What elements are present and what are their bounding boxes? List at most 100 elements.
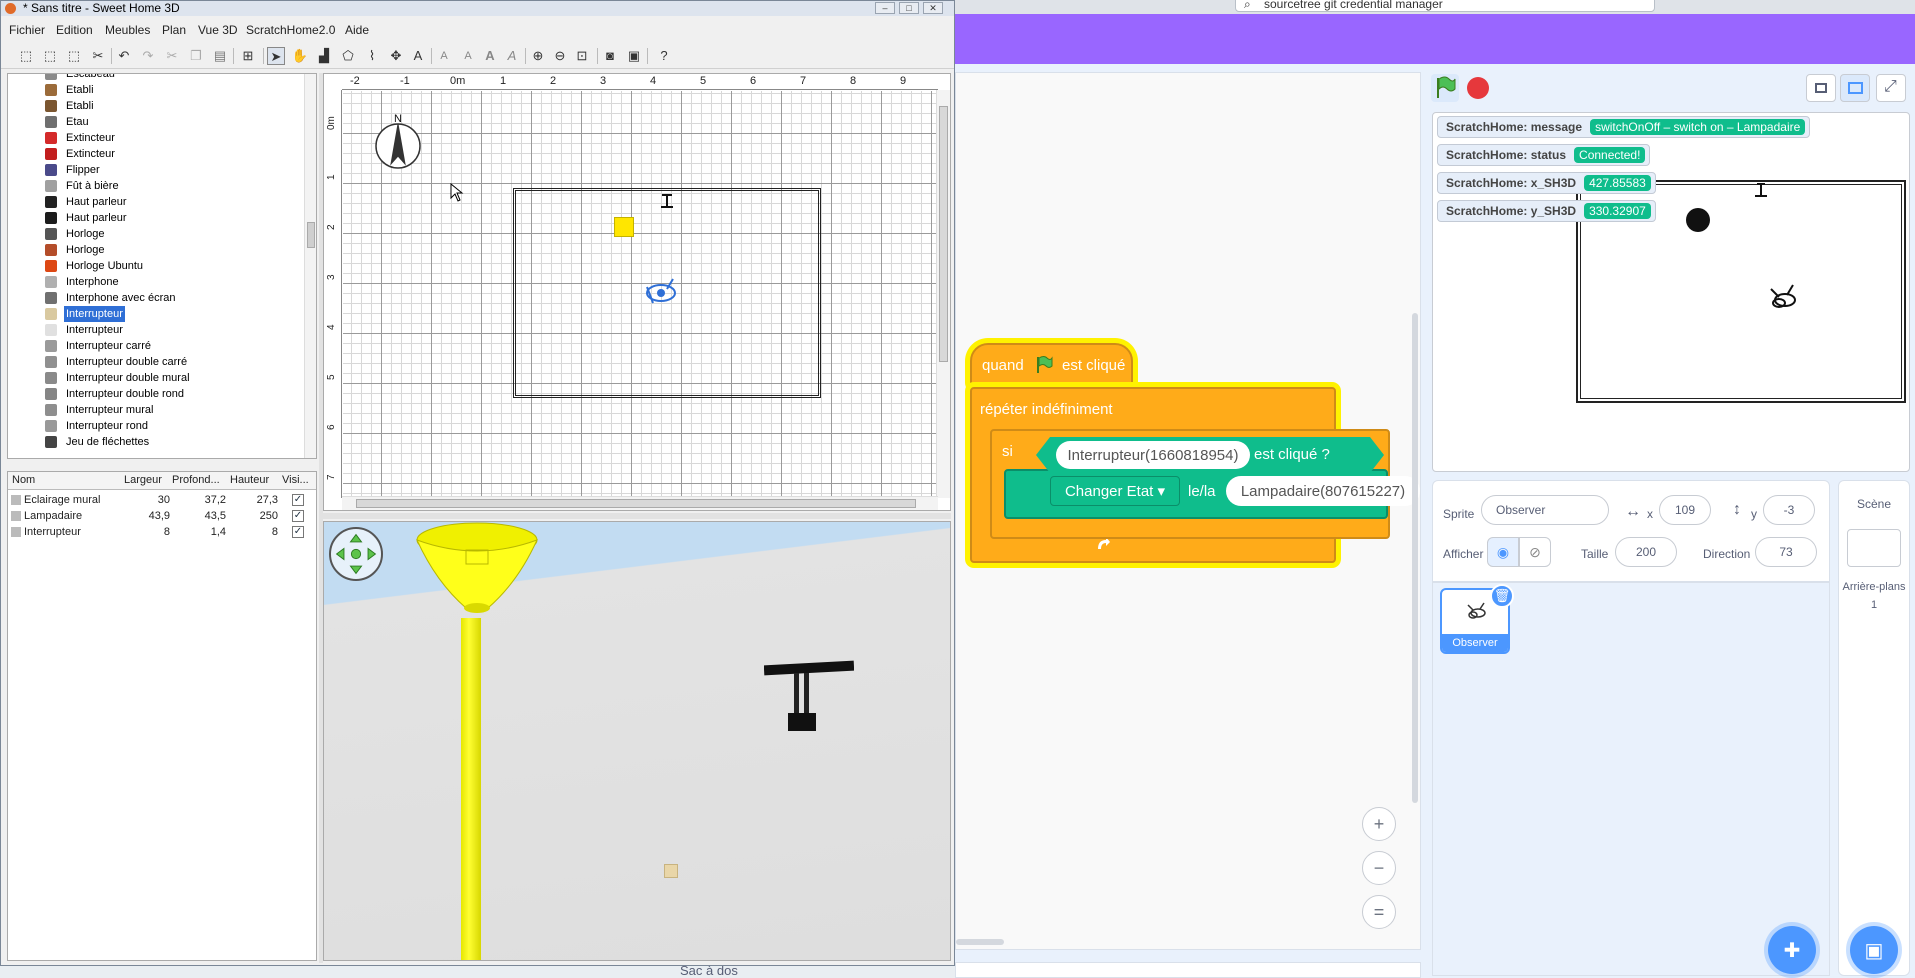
catalog-item[interactable]: Interrupteur double mural: [8, 370, 304, 386]
catalog-item[interactable]: Interrupteur: [8, 322, 304, 338]
minimize-button[interactable]: –: [875, 2, 895, 14]
help-icon[interactable]: ?: [655, 47, 673, 65]
maximize-button[interactable]: □: [899, 2, 919, 14]
window-title-bar[interactable]: * Sans titre - Sweet Home 3D: [1, 1, 954, 16]
visible-checkbox[interactable]: ✓: [292, 494, 304, 506]
italic-icon[interactable]: A: [503, 47, 521, 65]
stage-target-panel[interactable]: Scène Arrière-plans 1: [1838, 480, 1910, 976]
plan-view[interactable]: -2 -1 0m 1 2 3 4 5 6 7 8 9 0m 1 2 3 4 5 6 7 N: [323, 73, 951, 511]
catalog-item[interactable]: Escabeau: [8, 74, 304, 82]
plan-wall-light[interactable]: [659, 191, 675, 209]
normal-stage-button[interactable]: [1840, 74, 1870, 102]
create-rooms-icon[interactable]: ⬠: [339, 47, 357, 65]
plan-lampadaire[interactable]: [614, 217, 634, 237]
monitor-message[interactable]: ScratchHome: message switchOnOff – switch…: [1437, 116, 1811, 138]
sprite-name-input[interactable]: Observer: [1481, 495, 1609, 525]
menu-edition[interactable]: Edition: [56, 23, 93, 37]
when-flag-clicked-block[interactable]: quand est cliqué: [970, 343, 1133, 387]
catalog-item[interactable]: Flipper: [8, 162, 304, 178]
direction-input[interactable]: 73: [1755, 537, 1817, 567]
monitor-y[interactable]: ScratchHome: y_SH3D 330.32907: [1437, 200, 1656, 222]
x-input[interactable]: 109: [1659, 495, 1711, 525]
col-hauteur[interactable]: Hauteur: [230, 474, 269, 486]
add-text-icon[interactable]: A: [409, 47, 427, 65]
catalog-item[interactable]: Etabli: [8, 82, 304, 98]
col-largeur[interactable]: Largeur: [124, 474, 162, 486]
show-sprite-button[interactable]: ◉: [1487, 537, 1519, 567]
action-menu[interactable]: Changer Etat ▾: [1050, 476, 1180, 506]
code-scrollbar-vertical[interactable]: [1412, 313, 1418, 803]
catalog-item[interactable]: Interrupteur: [8, 306, 304, 322]
navigation-arrows-icon[interactable]: [329, 527, 383, 581]
monitor-x[interactable]: ScratchHome: x_SH3D 427.85583: [1437, 172, 1656, 194]
hide-sprite-button[interactable]: ⊘: [1519, 537, 1551, 567]
catalog-item[interactable]: Haut parleur: [8, 210, 304, 226]
catalog-item[interactable]: Interrupteur carré: [8, 338, 304, 354]
catalog-item[interactable]: Extincteur: [8, 130, 304, 146]
create-polylines-icon[interactable]: ⌇: [363, 47, 381, 65]
col-visible[interactable]: Visi...: [282, 474, 309, 486]
plan-scroll-thumb-h[interactable]: [356, 499, 916, 508]
furniture-table[interactable]: Nom Largeur Profond... Hauteur Visi... E…: [7, 471, 317, 961]
delete-sprite-button[interactable]: 🗑: [1490, 584, 1514, 608]
backpack-bar[interactable]: Sac à dos: [680, 962, 1421, 978]
splitter-horizontal[interactable]: [323, 513, 951, 519]
menu-scratchhome[interactable]: ScratchHome2.0: [246, 23, 335, 37]
close-button[interactable]: ✕: [923, 2, 943, 14]
small-stage-button[interactable]: [1806, 74, 1836, 102]
undo-icon[interactable]: ↶: [115, 47, 133, 65]
catalog-item[interactable]: Interrupteur mural: [8, 402, 304, 418]
col-profondeur[interactable]: Profond...: [172, 474, 220, 486]
zoom-in-icon[interactable]: ⊕: [529, 47, 547, 65]
open-icon[interactable]: ⬚: [41, 47, 59, 65]
furniture-row[interactable]: Lampadaire 43,9 43,5 250 ✓: [8, 508, 316, 524]
choose-backdrop-button[interactable]: ▣: [1850, 926, 1898, 974]
catalog-item[interactable]: Horloge Ubuntu: [8, 258, 304, 274]
sensor-object-input[interactable]: Interrupteur(1660818954): [1056, 441, 1250, 469]
zoom-out-button[interactable]: −: [1362, 851, 1396, 885]
view-3d[interactable]: [323, 521, 951, 961]
photo-icon[interactable]: ◙: [601, 47, 619, 65]
copy-icon[interactable]: ❐: [187, 47, 205, 65]
paste-icon[interactable]: ▤: [211, 47, 229, 65]
text-style-1-icon[interactable]: A: [435, 47, 453, 65]
catalog-scrollbar[interactable]: [304, 74, 316, 458]
code-scrollbar-horizontal[interactable]: [956, 939, 1004, 945]
create-walls-icon[interactable]: ▟: [315, 47, 333, 65]
select-icon[interactable]: ➤: [267, 47, 285, 65]
monitor-status[interactable]: ScratchHome: status Connected!: [1437, 144, 1651, 166]
browser-address-bar[interactable]: ⌕ sourcetree git credential manager: [1235, 0, 1655, 12]
catalog-item[interactable]: Interphone: [8, 274, 304, 290]
preferences-icon[interactable]: ✂: [89, 47, 107, 65]
video-icon[interactable]: ▣: [625, 47, 643, 65]
catalog-item[interactable]: Jeu de fléchettes: [8, 434, 304, 450]
redo-icon[interactable]: ↷: [139, 47, 157, 65]
bold-icon[interactable]: A: [481, 47, 499, 65]
catalog-item[interactable]: Interrupteur rond: [8, 418, 304, 434]
pan-icon[interactable]: ✋: [291, 47, 309, 65]
text-style-2-icon[interactable]: A: [459, 47, 477, 65]
size-input[interactable]: 200: [1615, 537, 1677, 567]
catalog-item[interactable]: Haut parleur: [8, 194, 304, 210]
action-object-input[interactable]: Lampadaire(807615227): [1226, 476, 1420, 506]
catalog-item[interactable]: Etabli: [8, 98, 304, 114]
stage[interactable]: [1432, 112, 1910, 472]
catalog-item[interactable]: Interrupteur double rond: [8, 386, 304, 402]
furniture-row[interactable]: Interrupteur 8 1,4 8 ✓: [8, 524, 316, 540]
save-icon[interactable]: ⬚: [65, 47, 83, 65]
plan-scroll-thumb-v[interactable]: [939, 106, 948, 362]
furniture-catalog[interactable]: Escabeau Etabli Etabli Etau Extincteur Extinc…: [7, 73, 317, 459]
fullscreen-button[interactable]: ⤢: [1876, 74, 1906, 102]
add-furniture-icon[interactable]: ⊞: [239, 47, 257, 65]
plan-scrollbar-vertical[interactable]: [936, 90, 950, 498]
catalog-item[interactable]: Interphone avec écran: [8, 290, 304, 306]
menu-aide[interactable]: Aide: [345, 23, 369, 37]
visible-checkbox[interactable]: ✓: [292, 526, 304, 538]
catalog-item[interactable]: Horloge: [8, 242, 304, 258]
green-flag-button[interactable]: [1431, 74, 1459, 102]
stop-button[interactable]: [1467, 77, 1489, 99]
catalog-item[interactable]: Fût à bière: [8, 178, 304, 194]
fit-icon[interactable]: ⊡: [573, 47, 591, 65]
zoom-out-icon[interactable]: ⊖: [551, 47, 569, 65]
visible-checkbox[interactable]: ✓: [292, 510, 304, 522]
